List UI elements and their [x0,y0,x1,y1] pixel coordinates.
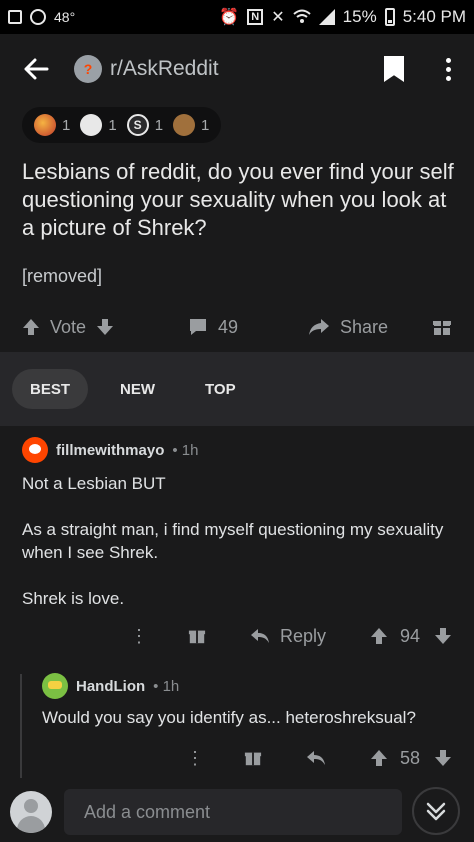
share-arrow-icon [309,319,329,335]
post-body: [removed] [22,266,103,286]
reply-comment: HandLion • 1h Would you say you identify… [0,672,474,768]
sort-top[interactable]: TOP [187,369,254,409]
comment-time: • 1h [153,677,180,695]
comment-composer [0,782,474,842]
temperature: 48° [54,9,76,25]
wifi-icon [292,9,311,23]
gift-award-icon[interactable] [188,627,206,645]
laughing-face-award-icon [80,114,103,136]
back-button[interactable] [16,49,56,89]
post-title: Lesbians of reddit, do you ever find you… [22,159,454,240]
signal-icon [318,9,335,25]
comment-bubble-icon [190,319,206,335]
downvote-icon[interactable] [434,627,452,645]
reply-label: Reply [280,625,327,646]
alarm-icon: ⏰ [219,9,240,26]
back-arrow-icon [24,58,49,80]
comment-score: 58 [400,747,421,768]
comment-body: Not a Lesbian BUT As a straight man, i f… [22,474,444,608]
double-chevron-down-icon [426,802,446,821]
nfc-icon: N [247,9,264,25]
sloth-award-icon [173,114,196,136]
comment-count: 49 [218,316,239,337]
battery-percent: 15% [342,7,377,26]
image-notification-icon [8,10,22,24]
awards-row[interactable]: 1 1 S 1 1 [22,107,222,143]
award-item: 1 [80,114,117,136]
battery-icon [384,8,395,26]
award-item: 1 [34,114,70,136]
collapse-comments-button[interactable] [412,787,460,835]
status-bar: 48° ⏰ N ✕ 15% 5:40 PM [0,0,474,34]
question-mark-icon: ? [83,61,93,77]
vote-label: Vote [50,316,87,337]
current-user-avatar[interactable] [10,791,52,833]
subreddit-name[interactable]: r/AskReddit [110,57,219,81]
clock: 5:40 PM [402,7,466,26]
gift-award-icon[interactable] [432,317,452,337]
reply-arrow-icon[interactable] [306,750,326,766]
comment-username[interactable]: HandLion [76,678,145,695]
comment-username[interactable]: fillmewithmayo [56,442,164,459]
comment-more-icon[interactable]: ⋮ [186,748,204,769]
downvote-icon[interactable] [434,749,452,767]
person-icon [24,799,38,813]
upvote-icon[interactable] [370,627,388,645]
comment-body: Would you say you identify as... heteros… [42,708,416,727]
s-badge-award-icon: S [126,114,149,136]
snoo-sunglasses-icon [48,681,62,689]
share-button[interactable]: Share [308,317,388,338]
subreddit-avatar[interactable]: ? [74,55,102,83]
sort-new[interactable]: NEW [102,369,173,409]
account-notification-icon [30,9,46,25]
award-item: S 1 [126,114,163,136]
comment-more-icon[interactable]: ⋮ [130,626,148,647]
award-item: 1 [173,114,209,136]
reply-arrow-icon [251,629,269,643]
comments-button[interactable]: 49 [188,317,238,338]
user-avatar[interactable] [22,437,48,463]
downvote-icon[interactable] [96,318,114,336]
comment-score: 94 [400,625,421,646]
mute-icon: ✕ [271,9,285,26]
sort-best[interactable]: BEST [12,369,89,409]
comment: fillmewithmayo • 1h Not a Lesbian BUT As… [0,436,474,646]
comment-sort-bar: BEST NEW TOP [0,352,474,426]
share-label: Share [340,316,389,337]
rocket-like-award-icon [34,114,56,136]
reply-button[interactable]: Reply [250,626,326,647]
save-bookmark-icon[interactable] [384,56,404,82]
gift-award-icon[interactable] [244,749,262,767]
add-comment-input[interactable] [64,789,402,835]
vote-control: Vote [22,317,114,338]
more-options-icon[interactable] [438,57,458,81]
snoo-face-icon [29,444,41,454]
user-avatar[interactable] [42,673,68,699]
post-actions: Vote 49 Share [0,308,474,346]
app-bar: ? r/AskReddit [0,34,474,104]
upvote-icon[interactable] [22,318,40,336]
comment-time: • 1h [172,441,199,459]
upvote-icon[interactable] [370,749,388,767]
